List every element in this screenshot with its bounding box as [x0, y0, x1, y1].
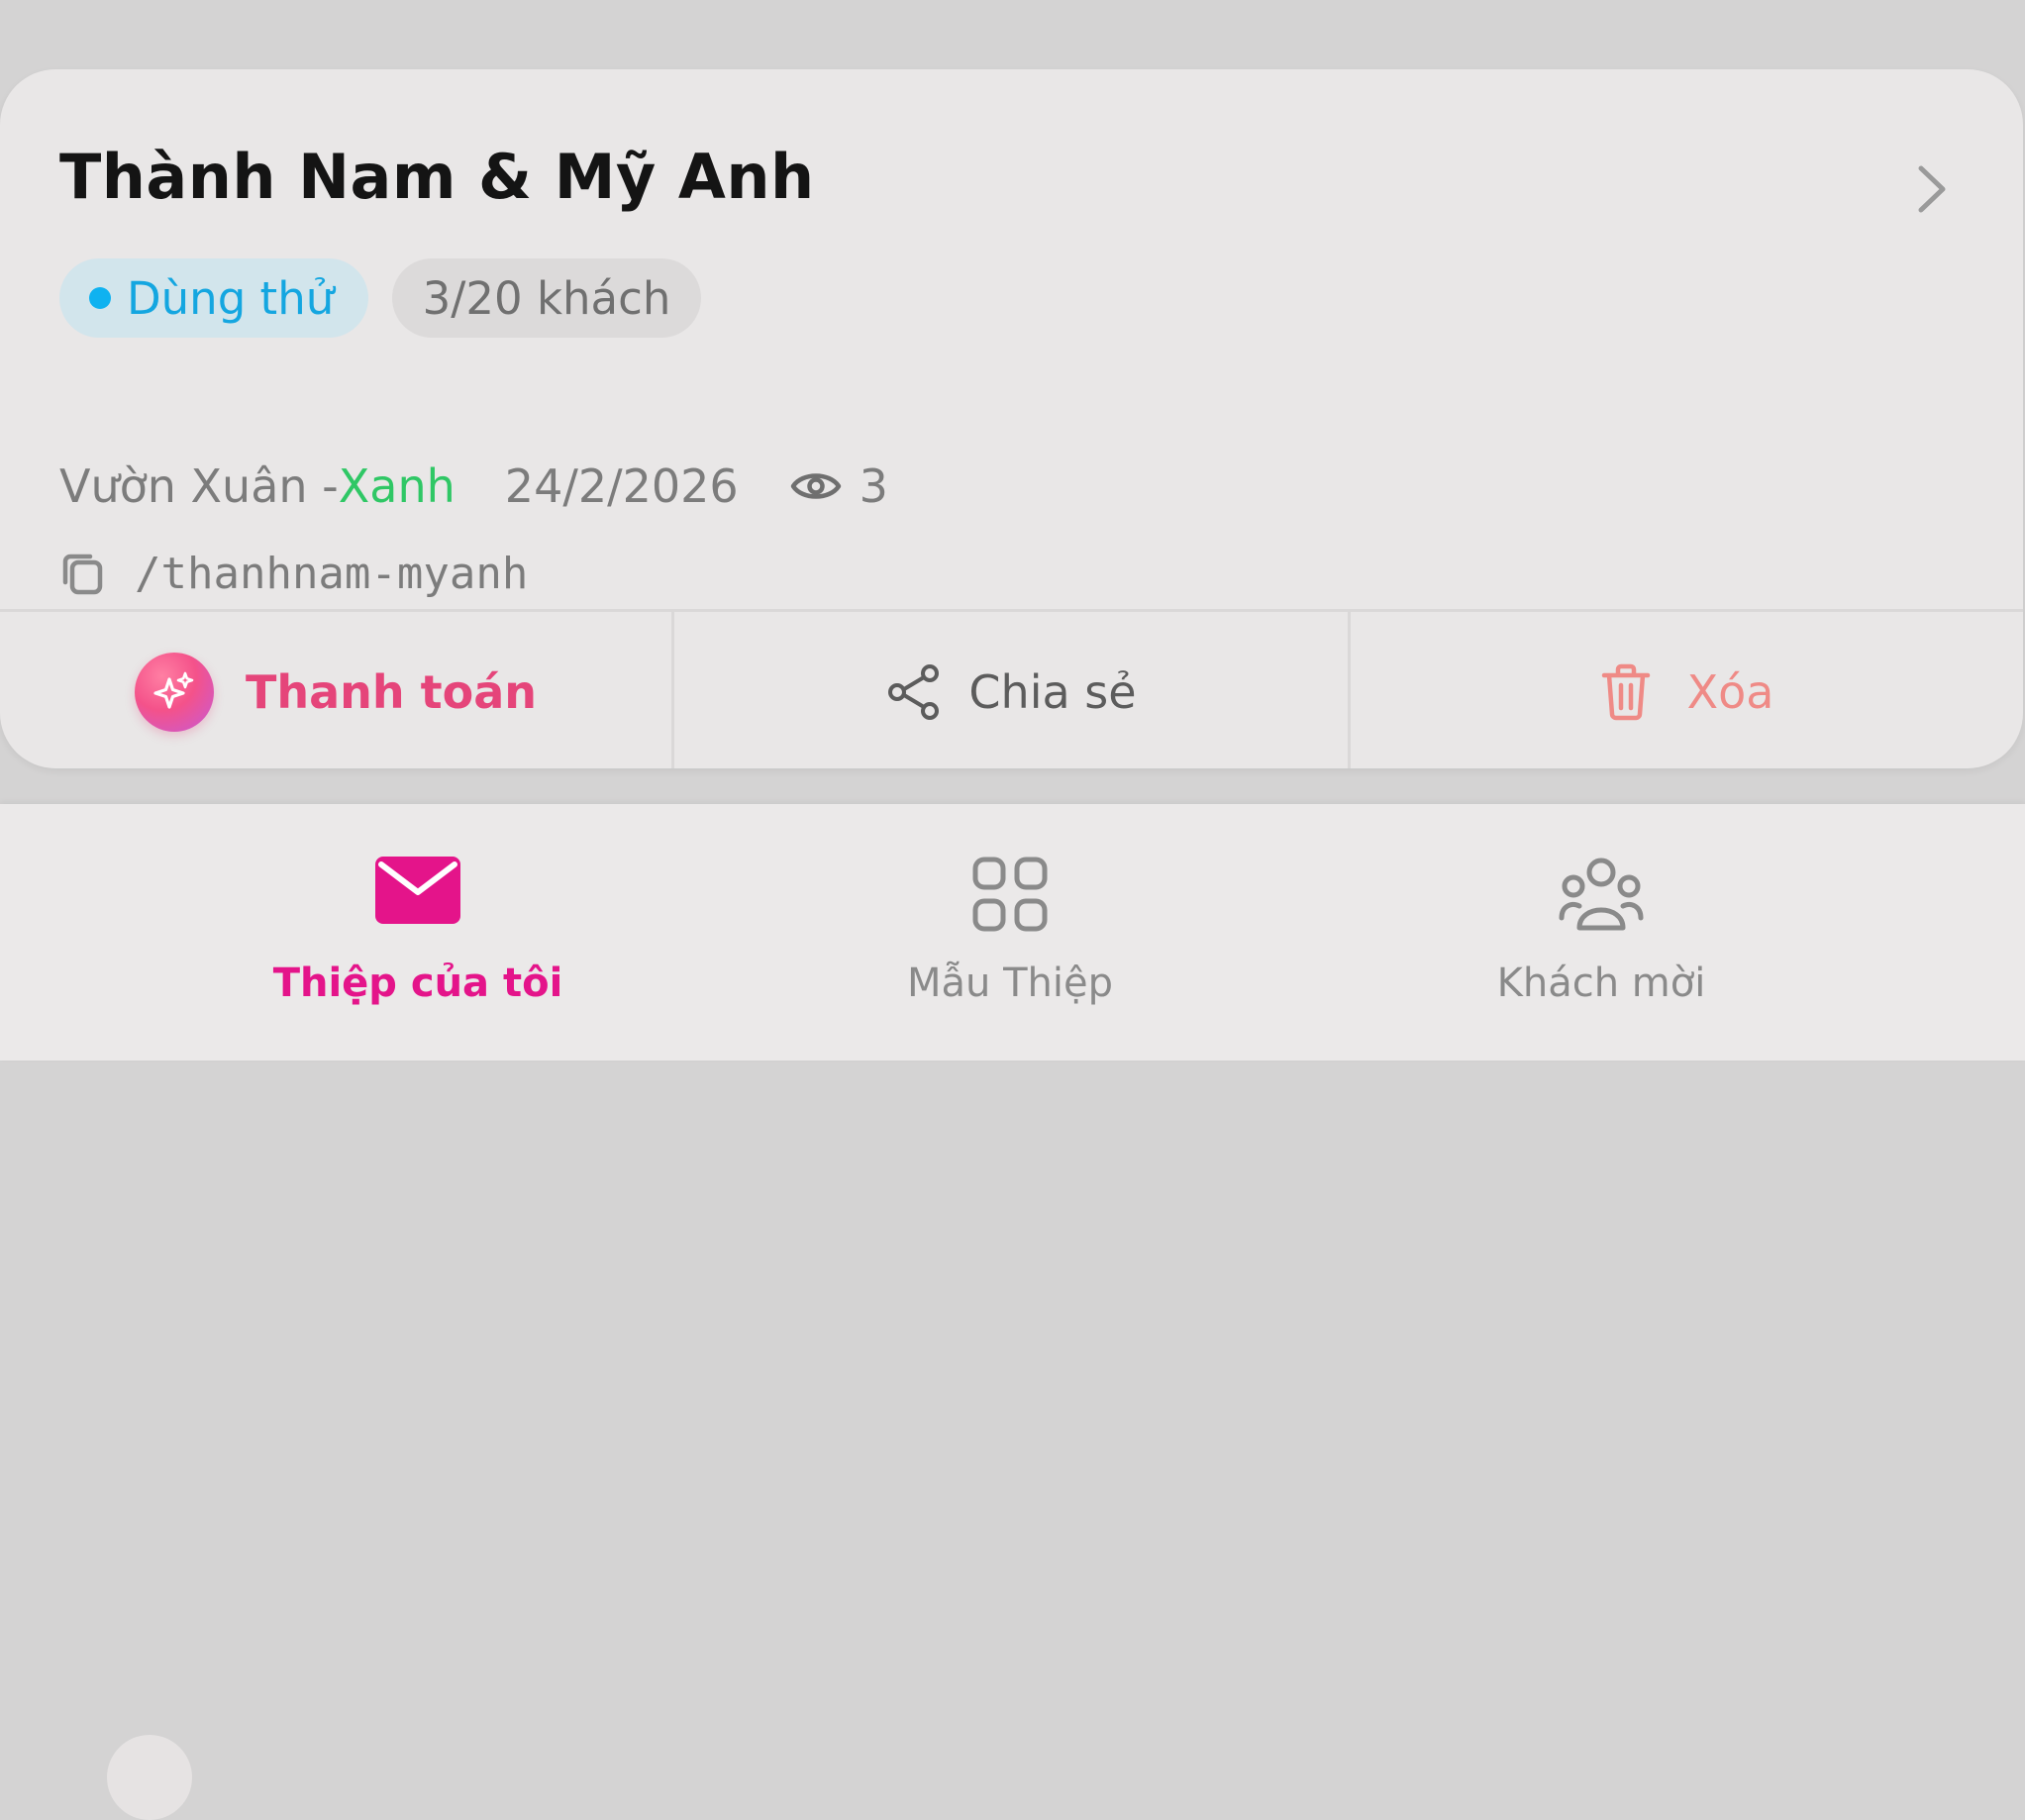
- card-slug[interactable]: /thanhnam-myanh: [59, 543, 528, 604]
- sparkle-icon: [134, 652, 214, 732]
- tab-guests[interactable]: Khách mời: [1373, 804, 1829, 1061]
- tab-guests-label: Khách mời: [1496, 961, 1706, 1006]
- view-count: 3: [790, 459, 888, 513]
- grid-icon: [972, 857, 1048, 932]
- slug-text: /thanhnam-myanh: [135, 548, 529, 599]
- users-icon: [1559, 858, 1644, 931]
- status-badge-label: Dùng thử: [127, 271, 335, 325]
- template-name: Vườn Xuân -: [59, 459, 339, 513]
- status-badge: Dùng thử: [59, 258, 368, 338]
- card-title[interactable]: Thành Nam & Mỹ Anh: [59, 141, 815, 213]
- guest-count-badge: 3/20 khách: [392, 258, 701, 338]
- eye-icon: [790, 473, 841, 499]
- copy-icon[interactable]: [59, 549, 107, 598]
- envelope-icon: [375, 857, 460, 924]
- event-date: 24/2/2026: [504, 459, 739, 513]
- share-icon: [888, 663, 940, 720]
- card-meta: Vườn Xuân - Xanh 24/2/2026 3: [59, 455, 888, 517]
- tab-templates-label: Mẫu Thiệp: [907, 961, 1113, 1006]
- delete-button[interactable]: Xóa: [1348, 612, 2023, 768]
- tab-templates[interactable]: Mẫu Thiệp: [782, 804, 1238, 1061]
- ghost-overlay: [107, 1735, 192, 1820]
- tab-my-cards[interactable]: Thiệp của tôi: [190, 804, 646, 1061]
- template-color: Xanh: [338, 459, 456, 513]
- delete-button-label: Xóa: [1686, 664, 1774, 719]
- wedding-card: Thành Nam & Mỹ Anh Dùng thử 3/20 khách V…: [0, 69, 2023, 768]
- share-button-label: Chia sẻ: [968, 664, 1137, 719]
- tab-my-cards-label: Thiệp của tôi: [272, 961, 563, 1006]
- chevron-right-icon[interactable]: [1909, 154, 1955, 224]
- bottom-navigation: Thiệp của tôi Mẫu Thiệp Khách mời: [0, 804, 2025, 1820]
- status-dot: [89, 287, 111, 309]
- view-count-value: 3: [859, 459, 888, 513]
- pay-button[interactable]: Thanh toán: [0, 612, 671, 768]
- guest-count-label: 3/20 khách: [422, 271, 671, 325]
- badge-row: Dùng thử 3/20 khách: [59, 258, 701, 338]
- trash-icon: [1601, 663, 1650, 720]
- card-actions: Thanh toán Chia sẻ Xóa: [0, 609, 2023, 768]
- share-button[interactable]: Chia sẻ: [671, 612, 1348, 768]
- pay-button-label: Thanh toán: [245, 664, 538, 719]
